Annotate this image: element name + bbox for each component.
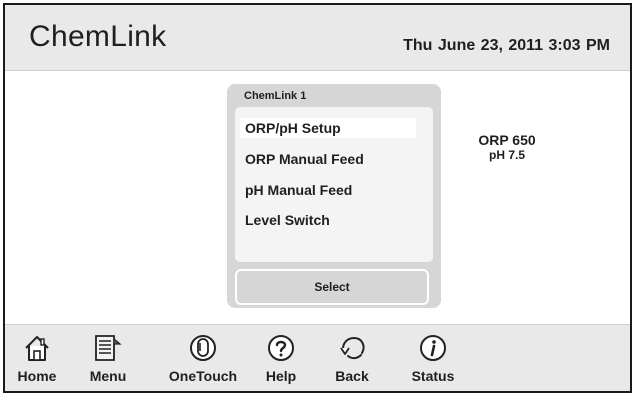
menu-item-orp-ph-setup[interactable]: ORP/pH Setup xyxy=(240,118,416,138)
orp-value: ORP 650 xyxy=(478,132,536,148)
nav-home-label: Home xyxy=(17,368,57,384)
ph-value: pH 7.5 xyxy=(488,148,525,162)
menu-item-orp-manual-feed[interactable]: ORP Manual Feed xyxy=(240,149,416,169)
nav-home-button[interactable]: Home xyxy=(13,331,61,389)
datetime-display: Thu June 23, 2011 3:03 PM xyxy=(403,37,610,54)
menu-item-ph-manual-feed[interactable]: pH Manual Feed xyxy=(240,180,416,200)
footer-nav: Home Menu OneTouch Help Back Status xyxy=(5,324,630,391)
nav-onetouch-button[interactable]: OneTouch xyxy=(165,331,241,389)
nav-menu-label: Menu xyxy=(89,368,127,384)
nav-back-button[interactable]: Back xyxy=(329,331,375,389)
chemlink-dialog: ChemLink 1 ORP/pH Setup ORP Manual Feed … xyxy=(227,84,441,308)
menu-item-level-switch[interactable]: Level Switch xyxy=(240,210,416,230)
menu-list: ORP/pH Setup ORP Manual Feed pH Manual F… xyxy=(235,107,433,262)
select-button[interactable]: Select xyxy=(235,269,429,305)
nav-back-label: Back xyxy=(335,368,369,384)
sensor-readout: ORP 650 pH 7.5 xyxy=(462,132,552,163)
nav-status-label: Status xyxy=(411,368,455,384)
nav-help-button[interactable]: Help xyxy=(259,331,303,389)
help-icon xyxy=(268,335,294,361)
header-bar: ChemLink Thu June 23, 2011 3:03 PM xyxy=(5,5,630,71)
app-frame: ChemLink Thu June 23, 2011 3:03 PM ChemL… xyxy=(3,3,632,393)
nav-menu-button[interactable]: Menu xyxy=(83,331,133,389)
dialog-title: ChemLink 1 xyxy=(244,90,307,102)
menu-icon xyxy=(95,335,122,361)
status-icon xyxy=(420,335,446,361)
home-icon xyxy=(25,336,49,361)
nav-status-button[interactable]: Status xyxy=(405,331,461,389)
nav-onetouch-label: OneTouch xyxy=(168,368,238,384)
back-icon xyxy=(340,336,365,360)
app-title: ChemLink xyxy=(29,20,167,53)
onetouch-icon xyxy=(190,335,216,361)
nav-help-label: Help xyxy=(265,368,297,384)
